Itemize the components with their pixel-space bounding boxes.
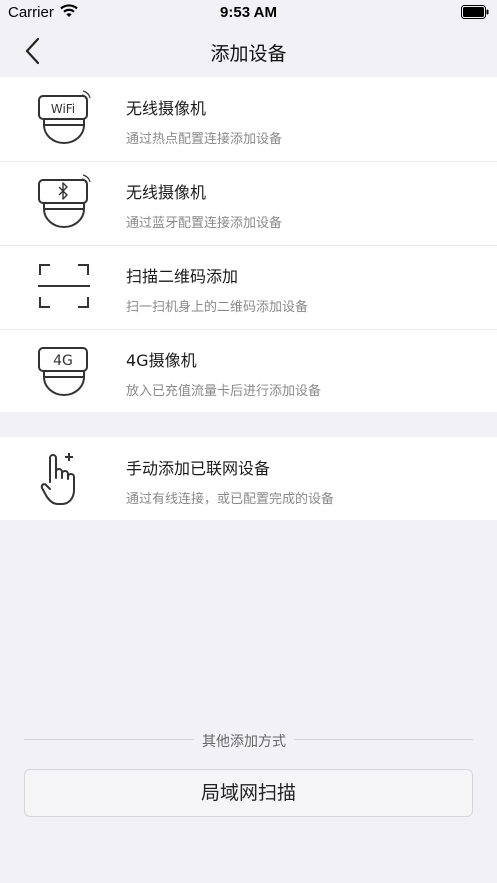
list-item-title: 4G摄像机 (126, 351, 197, 370)
device-type-list: WiFi 无线摄像机 通过热点配置连接添加设备 无线摄像机 通过蓝牙配置连接添加… (0, 77, 497, 412)
list-item-title: 无线摄像机 (126, 99, 207, 118)
list-item-subtitle: 放入已充值流量卡后进行添加设备 (126, 384, 322, 399)
scan-qr-icon (38, 264, 90, 308)
list-item-title: 手动添加已联网设备 (126, 459, 271, 478)
list-item-title: 扫描二维码添加 (126, 267, 239, 286)
list-item-title: 无线摄像机 (126, 183, 207, 202)
list-item-scan-qr[interactable]: 扫描二维码添加 扫一扫机身上的二维码添加设备 (0, 245, 497, 329)
status-time: 9:53 AM (220, 4, 277, 21)
manual-add-list: 手动添加已联网设备 通过有线连接，或已配置完成的设备 (0, 437, 497, 520)
list-item-wifi-camera[interactable]: WiFi 无线摄像机 通过热点配置连接添加设备 (0, 77, 497, 161)
wifi-icon-text: WiFi (51, 102, 75, 116)
4g-icon-text: 4G (53, 353, 73, 369)
list-item-bluetooth-camera[interactable]: 无线摄像机 通过蓝牙配置连接添加设备 (0, 161, 497, 245)
page-title: 添加设备 (210, 43, 287, 65)
list-item-manual-add[interactable]: 手动添加已联网设备 通过有线连接，或已配置完成的设备 (0, 437, 497, 520)
list-item-subtitle: 扫一扫机身上的二维码添加设备 (126, 300, 309, 315)
navigation-bar: 添加设备 (0, 26, 497, 76)
lan-scan-button[interactable]: 局域网扫描 (24, 769, 473, 817)
list-item-subtitle: 通过有线连接，或已配置完成的设备 (126, 492, 335, 507)
list-item-subtitle: 通过热点配置连接添加设备 (126, 132, 283, 147)
wifi-camera-icon: WiFi (38, 90, 91, 144)
hand-add-icon (40, 453, 75, 505)
status-bar: Carrier 9:53 AM (0, 0, 497, 26)
list-item-subtitle: 通过蓝牙配置连接添加设备 (126, 216, 283, 231)
4g-camera-icon: 4G (38, 347, 88, 396)
battery-icon (461, 5, 489, 19)
other-methods-label: 其他添加方式 (194, 731, 294, 751)
list-item-4g-camera[interactable]: 4G 4G摄像机 放入已充值流量卡后进行添加设备 (0, 329, 497, 413)
bluetooth-camera-icon (38, 174, 91, 228)
